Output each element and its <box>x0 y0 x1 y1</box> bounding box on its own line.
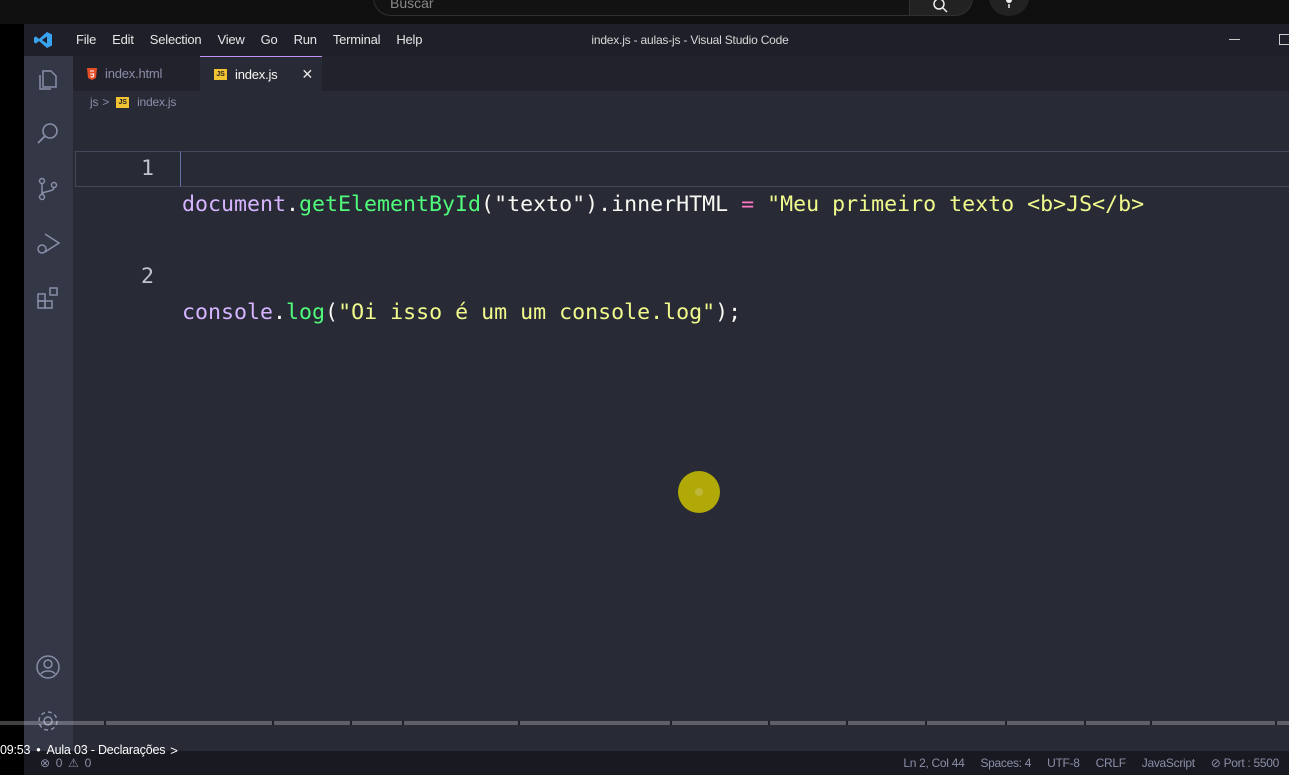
title-bar: index.js - aulas-js - Visual Studio Code… <box>24 24 1289 56</box>
status-live-server[interactable]: ⊘ Port : 5500 <box>1210 751 1280 775</box>
chapter-title: Aula 03 - Declarações <box>46 743 166 757</box>
youtube-mic-button[interactable] <box>989 0 1029 16</box>
breadcrumb-folder[interactable]: js <box>90 95 98 109</box>
search-placeholder: Buscar <box>390 0 434 11</box>
microphone-icon <box>1006 0 1012 8</box>
search-icon[interactable] <box>34 120 62 148</box>
code-line-active: 2 console.log("Oi isso é um um console.l… <box>73 151 1289 325</box>
search-icon <box>933 0 948 13</box>
menu-help[interactable]: Help <box>388 24 430 56</box>
status-indentation[interactable]: Spaces: 4 <box>980 751 1031 775</box>
close-tab-icon[interactable]: ✕ <box>301 67 313 81</box>
chapter-marker <box>925 721 927 725</box>
chapter-marker <box>1275 721 1277 725</box>
menu-file[interactable]: File <box>68 24 104 56</box>
vscode-window: index.js - aulas-js - Visual Studio Code… <box>24 24 1289 775</box>
js-icon: JS <box>116 96 130 108</box>
chapter-marker <box>104 721 106 725</box>
menu-bar: File Edit Selection View Go Run Terminal… <box>68 24 430 56</box>
chapter-marker <box>402 721 404 725</box>
chapter-marker <box>670 721 672 725</box>
video-chapter-info[interactable]: 09:53 • Aula 03 - Declarações > <box>0 740 178 760</box>
extensions-icon[interactable] <box>34 284 62 312</box>
current-line-border <box>180 151 1289 187</box>
menu-go[interactable]: Go <box>253 24 286 56</box>
chevron-right-icon: > <box>170 742 178 758</box>
token-punct: ); <box>715 300 742 325</box>
token-string: "texto" <box>494 192 586 217</box>
menu-selection[interactable]: Selection <box>142 24 210 56</box>
status-encoding[interactable]: UTF-8 <box>1047 751 1080 775</box>
youtube-search-input[interactable]: Buscar <box>373 0 910 16</box>
activity-bar <box>24 56 73 775</box>
code-line: 1 document.getElementById("texto").inner… <box>73 115 1289 217</box>
menu-edit[interactable]: Edit <box>104 24 142 56</box>
menu-run[interactable]: Run <box>286 24 325 56</box>
breadcrumb-file[interactable]: index.js <box>137 95 176 109</box>
code-content: document.getElementById("texto").innerHT… <box>182 187 1144 223</box>
video-current-time: 09:53 <box>0 743 31 757</box>
live-server-port: Port : 5500 <box>1223 756 1280 770</box>
chapter-marker <box>1084 721 1086 725</box>
breadcrumb-separator: > <box>102 95 110 109</box>
tab-index-html[interactable]: index.html <box>73 56 200 91</box>
code-content: console.log("Oi isso é um um console.log… <box>182 295 741 331</box>
mouse-cursor-highlight <box>678 471 720 513</box>
status-eol[interactable]: CRLF <box>1096 751 1126 775</box>
token-function: log <box>286 300 326 325</box>
token-function: getElementById <box>299 192 482 217</box>
run-debug-icon[interactable] <box>34 229 62 257</box>
token-operator: = <box>741 192 755 217</box>
tab-label: index.html <box>105 66 163 81</box>
chapter-marker <box>768 721 770 725</box>
token-object: document <box>182 192 287 217</box>
token-string: "Meu primeiro texto <b>JS</b> <box>767 192 1145 217</box>
live-server-icon: ⊘ <box>1210 756 1224 770</box>
source-control-icon[interactable] <box>34 175 62 203</box>
left-black-bar <box>0 24 24 775</box>
current-line-highlight <box>75 151 181 187</box>
status-bar: ⊗ 0 ⚠ 0 Ln 2, Col 44 Spaces: 4 UTF-8 CRL… <box>24 751 1289 775</box>
status-right-items: Ln 2, Col 44 Spaces: 4 UTF-8 CRLF JavaSc… <box>903 751 1279 775</box>
minimize-button[interactable] <box>1229 32 1243 46</box>
chapter-marker <box>846 721 848 725</box>
html5-icon <box>87 67 97 80</box>
line-number: 2 <box>140 264 154 289</box>
menu-view[interactable]: View <box>209 24 252 56</box>
youtube-search-button[interactable] <box>909 0 973 16</box>
breadcrumb: js > JS index.js <box>73 91 176 113</box>
chapter-marker <box>518 721 520 725</box>
token-punct: ( <box>325 300 339 325</box>
chapter-marker <box>1150 721 1152 725</box>
account-icon[interactable] <box>34 653 62 681</box>
explorer-icon[interactable] <box>34 66 62 94</box>
token-punct: . <box>286 192 300 217</box>
video-progress-bar[interactable] <box>0 721 1289 725</box>
tab-index-js[interactable]: JS index.js ✕ <box>200 56 322 91</box>
youtube-top-bar: Buscar <box>0 0 1289 24</box>
editor-tabs: index.html JS index.js ✕ <box>73 56 1289 91</box>
token-object: console <box>182 300 274 325</box>
chapter-marker <box>272 721 274 725</box>
status-language[interactable]: JavaScript <box>1142 751 1195 775</box>
status-cursor-position[interactable]: Ln 2, Col 44 <box>903 751 964 775</box>
chapter-bullet: • <box>36 743 41 757</box>
token-string: "Oi isso é um um console.log" <box>338 300 716 325</box>
chapter-marker <box>1005 721 1007 725</box>
token-punct: . <box>273 300 287 325</box>
chapter-marker <box>350 721 352 725</box>
maximize-button[interactable] <box>1279 34 1289 45</box>
code-editor[interactable]: 1 document.getElementById("texto").inner… <box>73 113 1289 733</box>
token-punct: ( <box>481 192 495 217</box>
menu-terminal[interactable]: Terminal <box>325 24 389 56</box>
token-punct: ).innerHTML <box>585 192 742 217</box>
js-icon: JS <box>214 68 227 80</box>
tab-label: index.js <box>235 66 278 82</box>
